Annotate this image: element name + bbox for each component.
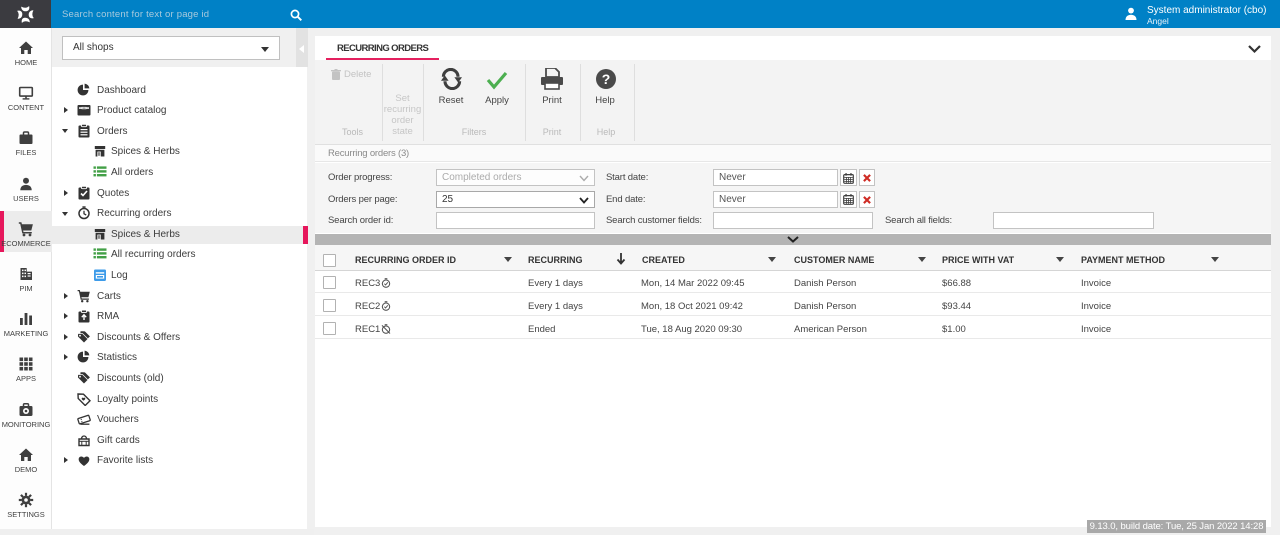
svg-text:?: ? [602,71,611,87]
